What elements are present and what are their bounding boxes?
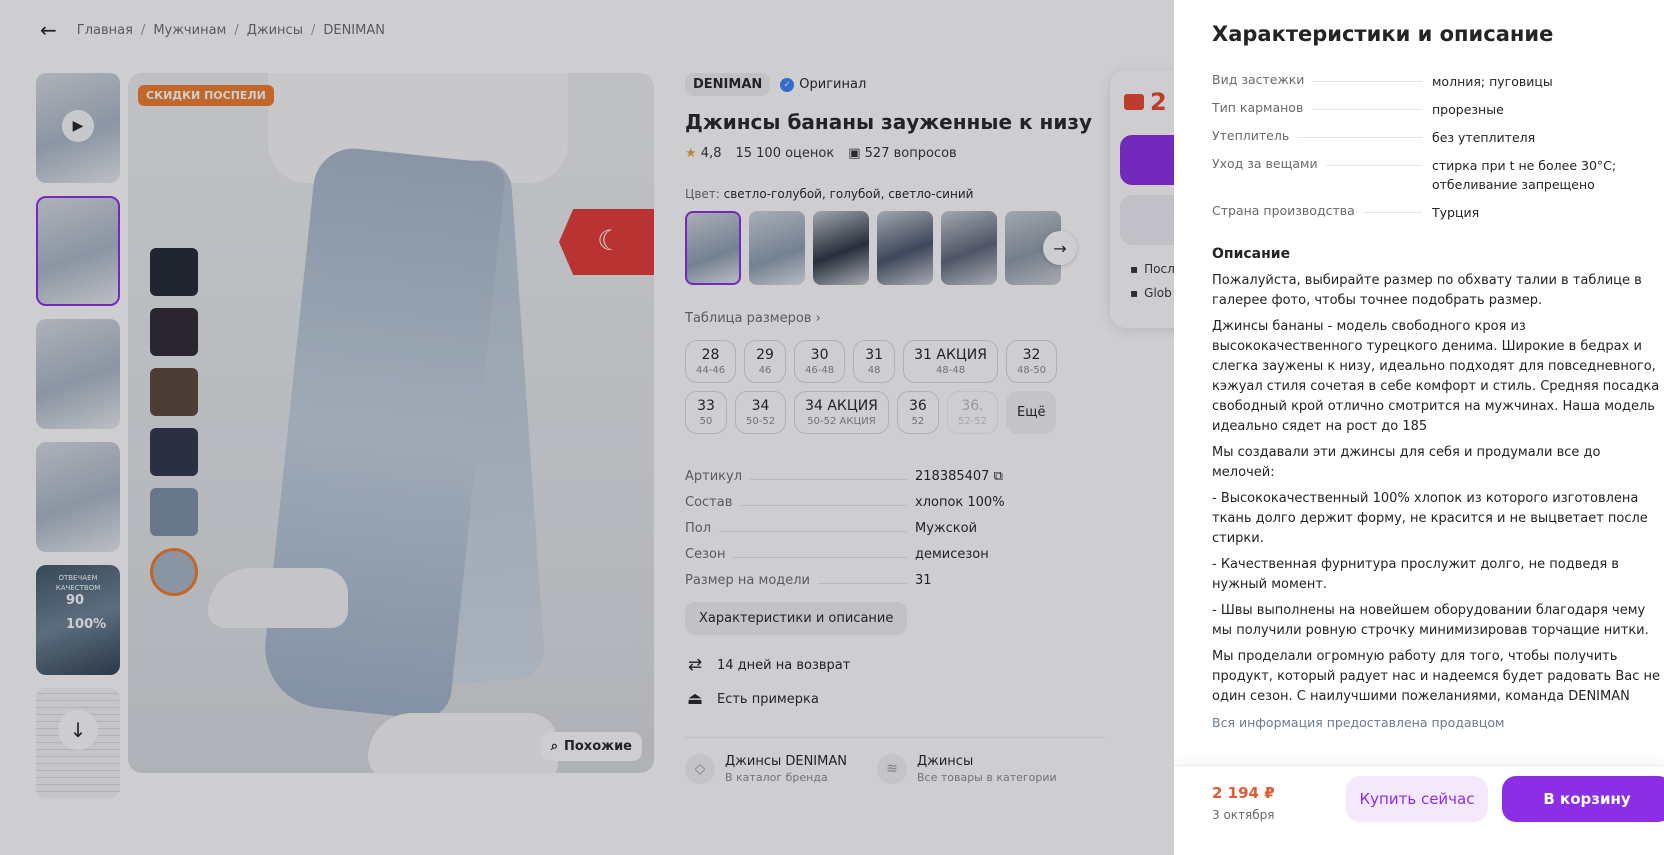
description-line: галерее фото, чтобы точнее подобрать раз… bbox=[1212, 293, 1543, 308]
char-value: Турция bbox=[1432, 205, 1480, 220]
char-row: Тип карманов прорезные bbox=[1212, 100, 1652, 119]
char-value: прорезные bbox=[1432, 102, 1504, 117]
description-line: кэжуал стиля сочетая в себе комфорт и ст… bbox=[1212, 379, 1660, 394]
footer-price: 2 194 ₽ bbox=[1212, 784, 1275, 802]
description-line: Джинсы бананы - модель свободного кроя и… bbox=[1212, 319, 1526, 334]
description: Описание Пожалуйста, выбирайте размер по… bbox=[1212, 244, 1661, 713]
char-row: Страна производства Турция bbox=[1212, 203, 1652, 222]
description-paragraph: Мы создавали эти джинсы для себя и проду… bbox=[1212, 443, 1657, 483]
product-page: ← Главная / Мужчинам / Джинсы / DENIMAN … bbox=[0, 0, 1664, 855]
description-line: Мы создавали эти джинсы для себя и проду… bbox=[1212, 445, 1601, 460]
char-key: Уход за вещами bbox=[1212, 156, 1318, 171]
char-key: Страна производства bbox=[1212, 203, 1355, 218]
char-value: без утеплителя bbox=[1432, 130, 1536, 145]
description-title: Описание bbox=[1212, 246, 1291, 262]
description-line: продукт, который радует нас и надеемся б… bbox=[1212, 669, 1661, 684]
buy-now-button[interactable]: Купить сейчас bbox=[1346, 776, 1488, 822]
delivery-date: 3 октября bbox=[1212, 808, 1275, 822]
description-line: Мы проделали огромную работу для того, ч… bbox=[1212, 649, 1618, 664]
description-line: - Швы выполнены на новейшем оборудовании… bbox=[1212, 603, 1646, 618]
description-line: ткань долго держит форму, не красится и … bbox=[1212, 511, 1648, 526]
description-line: Пожалуйста, выбирайте размер по обхвату … bbox=[1212, 273, 1642, 288]
char-value: стирка при t не более 30°C; отбеливание … bbox=[1432, 158, 1617, 192]
char-key: Утеплитель bbox=[1212, 128, 1290, 143]
description-line: свободный крой отлично смотрится на мужч… bbox=[1212, 399, 1655, 414]
char-key: Тип карманов bbox=[1212, 100, 1304, 115]
description-paragraph: - Швы выполнены на новейшем оборудовании… bbox=[1212, 601, 1657, 641]
description-line: идеально сядет на рост до 185 bbox=[1212, 419, 1428, 434]
description-paragraph: Пожалуйста, выбирайте размер по обхвату … bbox=[1212, 271, 1657, 311]
description-line: высококачественного турецкого денима. Ши… bbox=[1212, 339, 1642, 354]
add-to-cart-button[interactable]: В корзину bbox=[1502, 776, 1664, 822]
description-line: - Качественная фурнитура прослужит долго… bbox=[1212, 557, 1619, 572]
panel-title: Характеристики и описание bbox=[1212, 22, 1554, 46]
description-line: слегка заужены к низу, идеально подходят… bbox=[1212, 359, 1656, 374]
char-row: Утеплитель без утеплителя bbox=[1212, 128, 1652, 147]
char-value: молния; пуговицы bbox=[1432, 74, 1553, 89]
characteristics-table: Вид застежки молния; пуговицы Тип кармано… bbox=[1212, 72, 1652, 231]
description-line: один сезон. С наилучшими пожеланиями, ко… bbox=[1212, 689, 1630, 704]
description-paragraph: - Высококачественный 100% хлопок из кото… bbox=[1212, 489, 1657, 549]
char-key: Вид застежки bbox=[1212, 72, 1305, 87]
description-paragraph: Джинсы бананы - модель свободного кроя и… bbox=[1212, 317, 1660, 437]
char-row: Уход за вещами стирка при t не более 30°C… bbox=[1212, 156, 1652, 194]
description-line: мелочей: bbox=[1212, 465, 1275, 480]
description-line: мы получили ровную строчку минимизировав… bbox=[1212, 623, 1649, 638]
seller-note: Вся информация предоставлена продавцом bbox=[1212, 715, 1505, 730]
panel-footer: 2 194 ₽ 3 октября Купить сейчас В корзин… bbox=[1174, 765, 1664, 855]
modal-backdrop[interactable] bbox=[0, 0, 1174, 855]
char-row: Вид застежки молния; пуговицы bbox=[1212, 72, 1652, 91]
details-panel: Характеристики и описание Вид застежки мо… bbox=[1174, 0, 1664, 855]
description-paragraph: - Качественная фурнитура прослужит долго… bbox=[1212, 555, 1657, 595]
description-line: стирки. bbox=[1212, 531, 1264, 546]
description-paragraph: Мы проделали огромную работу для того, ч… bbox=[1212, 647, 1661, 707]
description-line: - Высококачественный 100% хлопок из кото… bbox=[1212, 491, 1639, 506]
description-line: нужный момент. bbox=[1212, 577, 1328, 592]
